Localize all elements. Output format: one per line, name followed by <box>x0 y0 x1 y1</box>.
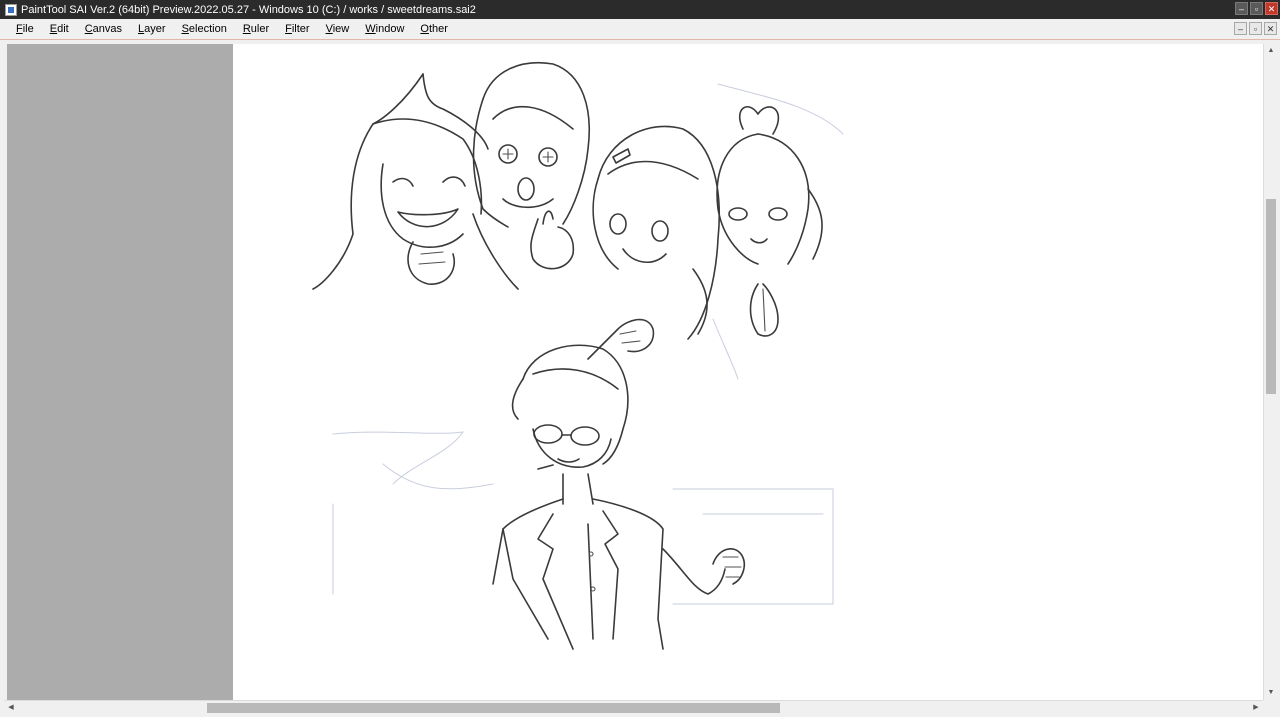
title-bar: PaintTool SAI Ver.2 (64bit) Preview.2022… <box>0 0 1280 19</box>
girl-1 <box>312 73 519 290</box>
menu-selection[interactable]: Selection <box>174 23 235 35</box>
girl-2 <box>472 62 591 270</box>
menu-file[interactable]: File <box>8 23 42 35</box>
document-controls: – ▫ ✕ <box>1234 22 1277 35</box>
horizontal-scroll-thumb[interactable] <box>207 703 780 713</box>
canvas-paper[interactable] <box>233 44 1263 700</box>
menu-filter[interactable]: Filter <box>277 23 317 35</box>
minimize-button[interactable]: – <box>1235 2 1248 15</box>
menu-bar: File Edit Canvas Layer Selection Ruler F… <box>0 19 1280 40</box>
scrollbar-corner <box>1263 700 1280 717</box>
doc-minimize-button[interactable]: – <box>1234 22 1247 35</box>
girl-4 <box>716 106 823 337</box>
canvas-outside-area[interactable] <box>7 44 233 700</box>
scroll-up-icon[interactable]: ▲ <box>1266 46 1276 56</box>
vertical-scroll-thumb[interactable] <box>1266 199 1276 394</box>
artwork <box>312 62 844 650</box>
doc-restore-button[interactable]: ▫ <box>1249 22 1262 35</box>
window-controls: – ▫ ✕ <box>1235 2 1278 15</box>
doc-close-button[interactable]: ✕ <box>1264 22 1277 35</box>
scroll-down-icon[interactable]: ▼ <box>1266 688 1276 698</box>
menu-edit[interactable]: Edit <box>42 23 77 35</box>
menu-view[interactable]: View <box>318 23 358 35</box>
girl-3 <box>587 125 721 360</box>
window-title: PaintTool SAI Ver.2 (64bit) Preview.2022… <box>21 3 476 16</box>
horizontal-scrollbar[interactable]: ◀ ▶ <box>4 700 1263 714</box>
menu-window[interactable]: Window <box>357 23 412 35</box>
menu-layer[interactable]: Layer <box>130 23 174 35</box>
canvas-viewport[interactable] <box>0 41 1263 700</box>
app-icon[interactable] <box>5 3 17 16</box>
close-button[interactable]: ✕ <box>1265 2 1278 15</box>
restore-button[interactable]: ▫ <box>1250 2 1263 15</box>
menu-other[interactable]: Other <box>412 23 456 35</box>
man-figure <box>492 344 745 650</box>
scroll-left-icon[interactable]: ◀ <box>6 703 16 713</box>
menu-canvas[interactable]: Canvas <box>77 23 130 35</box>
menu-ruler[interactable]: Ruler <box>235 23 277 35</box>
vertical-scrollbar[interactable]: ▲ ▼ <box>1263 44 1277 700</box>
scroll-right-icon[interactable]: ▶ <box>1251 703 1261 713</box>
